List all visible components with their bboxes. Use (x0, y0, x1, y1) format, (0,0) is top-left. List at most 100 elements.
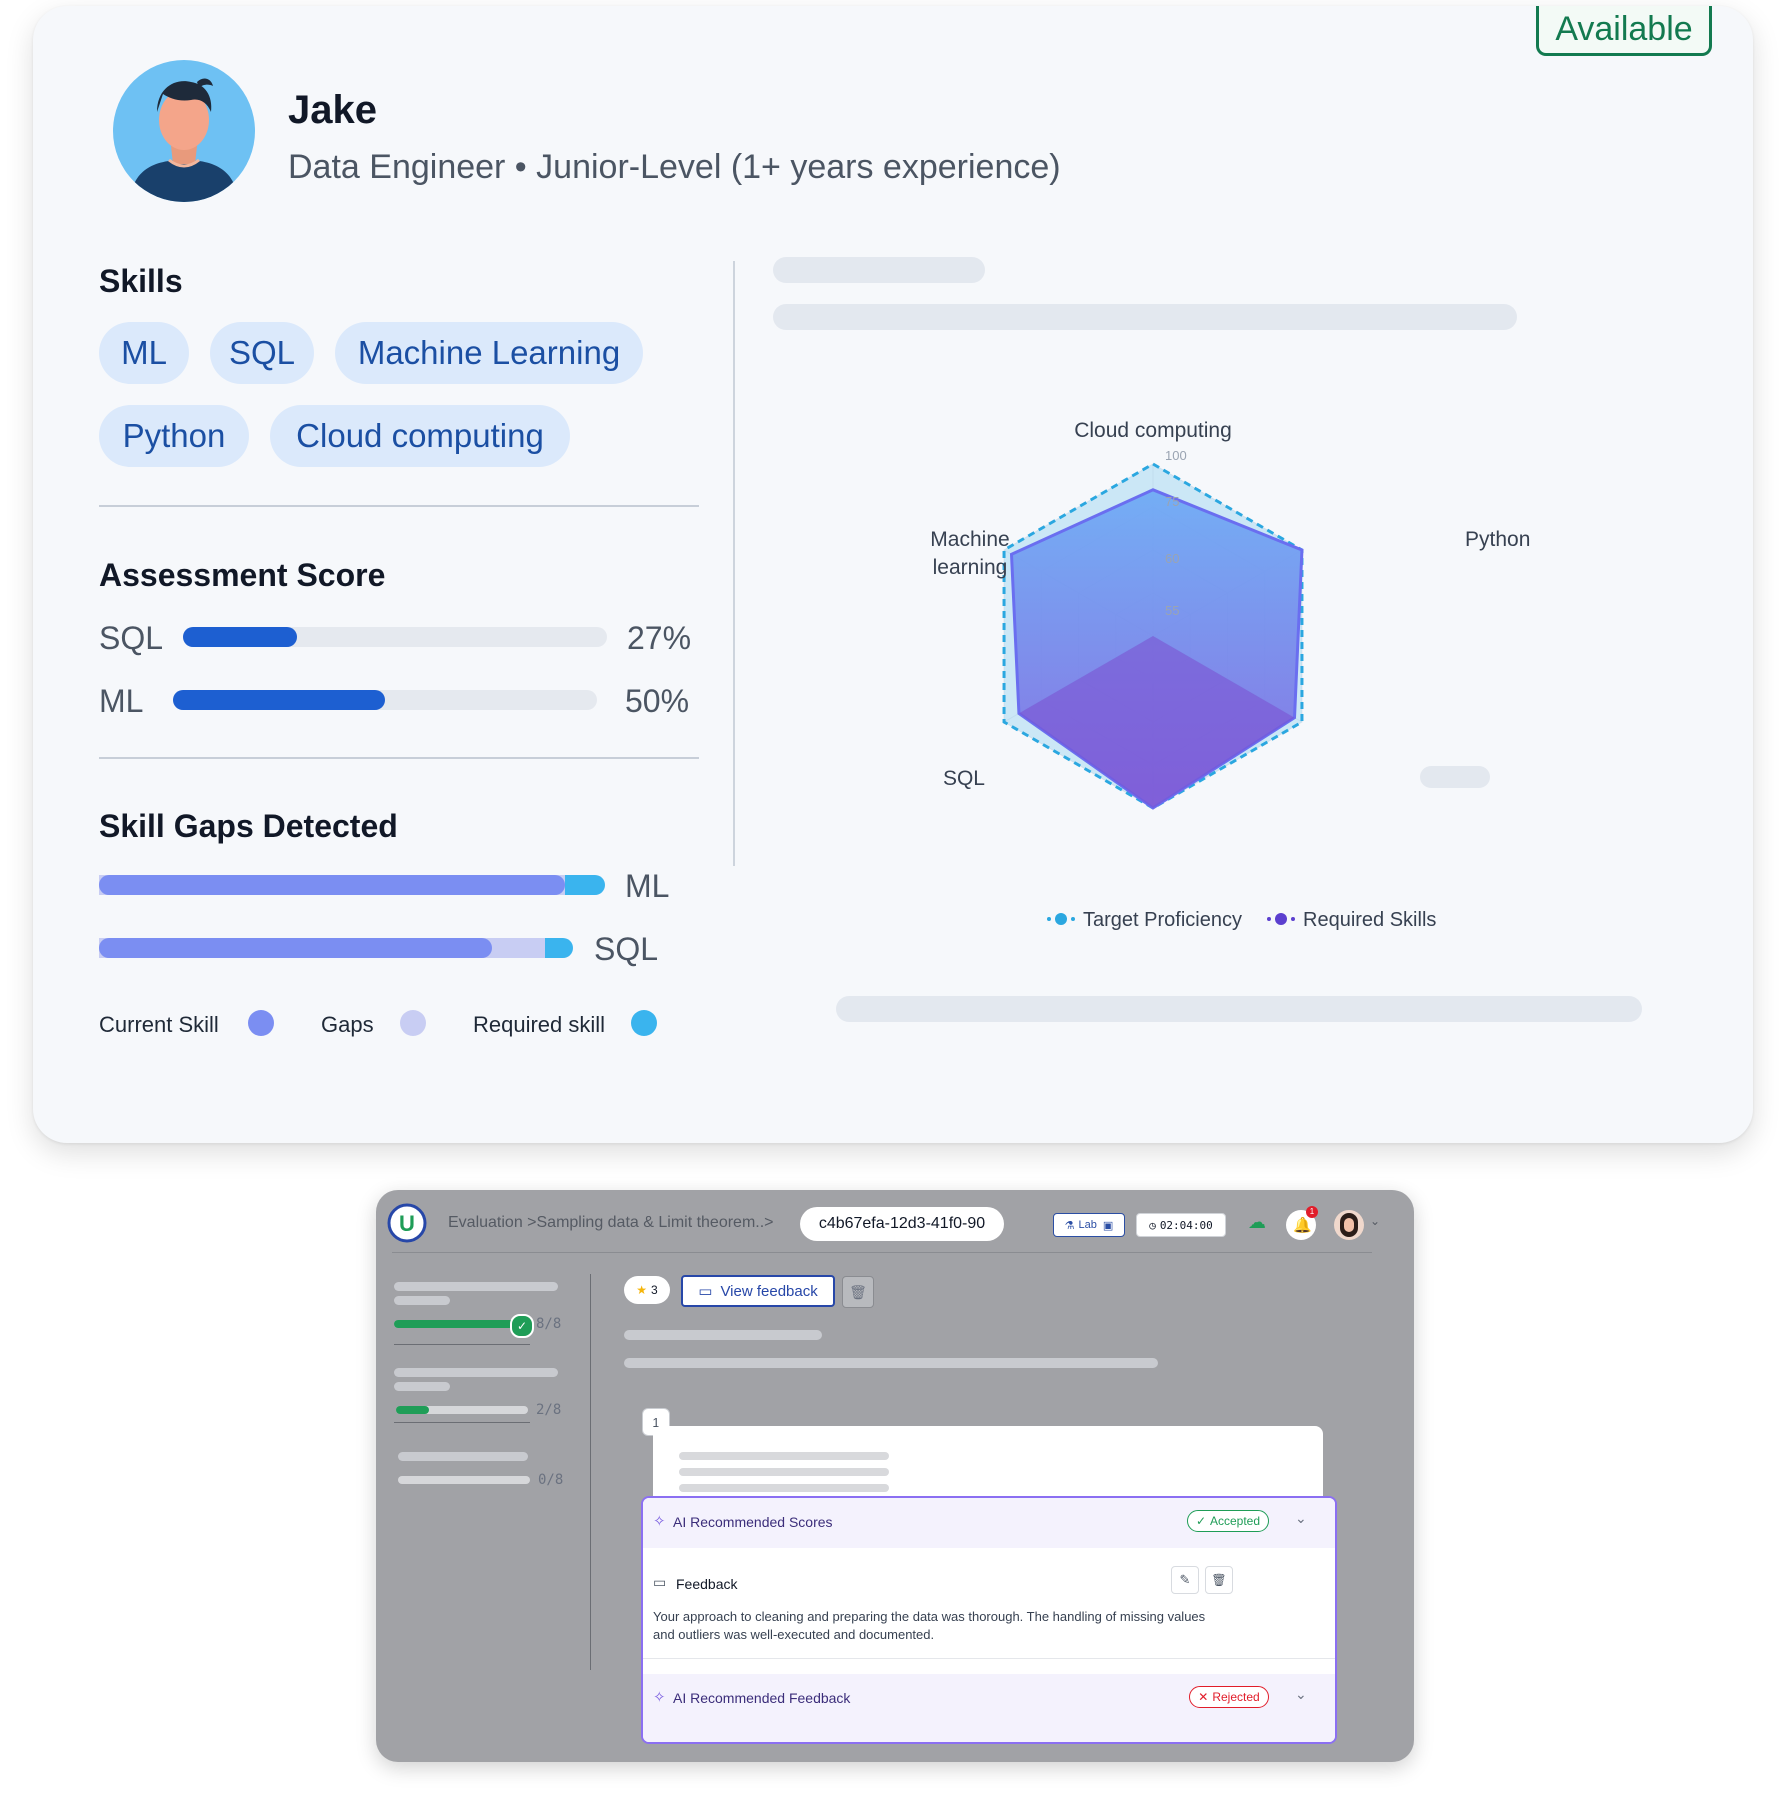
footer-placeholder (836, 996, 1642, 1022)
view-feedback-button[interactable]: ▭ View feedback (681, 1275, 835, 1307)
bell-icon: 🔔 (1293, 1217, 1312, 1234)
assessment-bar-track (183, 627, 607, 647)
lab-button[interactable]: ⚗ Lab ▣ (1053, 1213, 1125, 1237)
cloud-sync-icon[interactable]: ☁ (1248, 1212, 1266, 1233)
content-placeholder (624, 1358, 1158, 1368)
skill-gap-bar (99, 938, 573, 958)
question-placeholder (679, 1484, 889, 1492)
assessment-bar-fill (183, 627, 298, 647)
tick-label: 60 (1165, 551, 1179, 566)
question-placeholder (679, 1452, 889, 1460)
tick-label: 55 (1165, 603, 1179, 618)
axis-label-sql: SQL (943, 767, 985, 790)
axis-label-cloud: Cloud computing (1074, 419, 1232, 442)
timer-value: 02:04:00 (1159, 1218, 1213, 1232)
assessment-label: ML (99, 683, 144, 719)
panel-divider (643, 1658, 1335, 1659)
legend-required-dot (631, 1010, 657, 1036)
section-progress-bar (394, 1320, 520, 1328)
star-icon: ★ (636, 1283, 648, 1297)
assessment-percent: 50% (625, 683, 690, 719)
sidebar-placeholder (394, 1382, 450, 1391)
chevron-down-icon[interactable]: ⌄ (1295, 1686, 1307, 1703)
trash-icon: 🗑 (1211, 1573, 1227, 1587)
chevron-down-icon[interactable]: ⌄ (1370, 1214, 1380, 1228)
rating-badge[interactable]: ★ 3 (624, 1276, 670, 1304)
check-circle-icon: ✓ (510, 1314, 534, 1338)
review-panel: ✧ AI Recommended Scores ✓ Accepted ⌄ ▭ F… (641, 1496, 1337, 1744)
tick-label: 100 (1165, 448, 1187, 463)
axis-label-python: Python (1465, 528, 1530, 551)
sidebar-placeholder (394, 1368, 558, 1377)
candidate-name: Jake (288, 88, 377, 132)
delete-feedback-button[interactable]: 🗑 (1205, 1566, 1233, 1594)
section-progress-fill (394, 1320, 520, 1328)
legend-gaps-dot (400, 1010, 426, 1036)
rejected-badge: ✕ Rejected (1189, 1686, 1269, 1708)
ai-scores-header[interactable]: ✧ AI Recommended Scores ✓ Accepted ⌄ (643, 1498, 1335, 1548)
skill-gaps-heading: Skill Gaps Detected (99, 808, 398, 844)
tick-label: 75 (1165, 494, 1179, 509)
session-id: c4b67efa-12d3-41f0-90 (800, 1207, 1004, 1241)
sidebar-divider (394, 1422, 530, 1423)
legend-required-label: Required Skills (1303, 909, 1436, 931)
assessment-percent: 27% (627, 620, 692, 656)
assessment-heading: Assessment Score (99, 557, 386, 593)
section-progress-text: 2/8 (536, 1402, 562, 1418)
edit-feedback-button[interactable]: ✎ (1171, 1566, 1199, 1594)
section-divider (99, 505, 699, 507)
legend-marker-target (1055, 913, 1067, 925)
legend-current-label: Current Skill (99, 1012, 219, 1037)
notifications-button[interactable]: 🔔 1 (1286, 1206, 1318, 1240)
skill-chip: ML (99, 322, 189, 384)
accepted-badge: ✓ Accepted (1187, 1510, 1269, 1532)
section-progress-bar (398, 1476, 530, 1484)
delete-button[interactable]: 🗑 (842, 1276, 874, 1308)
axis-label-ml-line1: Machine (930, 528, 1009, 551)
legend-marker-required (1267, 917, 1271, 921)
title-placeholder (773, 257, 985, 283)
feedback-title: Feedback (676, 1576, 738, 1592)
skill-gap-label: ML (625, 868, 670, 904)
legend-marker-required (1275, 913, 1287, 925)
candidate-profile-card: Available Jake Data Engineer • Junior-Le… (33, 6, 1753, 1143)
lab-label: Lab (1078, 1219, 1097, 1231)
legend-target-label: Target Proficiency (1083, 909, 1242, 931)
column-divider (733, 261, 735, 866)
chevron-down-icon[interactable]: ⌄ (1295, 1510, 1307, 1527)
ai-feedback-header[interactable]: ✧ AI Recommended Feedback ✕ Rejected ⌄ (643, 1674, 1335, 1742)
skill-chip: Machine Learning (335, 322, 643, 384)
section-progress-bar (396, 1406, 528, 1414)
trash-icon: 🗑 (849, 1283, 867, 1300)
feedback-text: Your approach to cleaning and preparing … (653, 1609, 1206, 1642)
sparkles-icon: ✧ (653, 1513, 666, 1530)
rating-count: 3 (651, 1283, 658, 1297)
breadcrumb[interactable]: Evaluation >Sampling data & Limit theore… (448, 1214, 774, 1232)
app-logo-letter: U (399, 1211, 415, 1236)
sparkles-icon: ✧ (653, 1689, 666, 1706)
availability-badge: Available (1536, 6, 1712, 56)
legend-marker-required (1291, 917, 1295, 921)
user-avatar[interactable] (1334, 1210, 1364, 1240)
avatar (113, 60, 255, 202)
stopwatch-icon: ◷ (1149, 1218, 1156, 1232)
app-logo-icon[interactable]: U (386, 1202, 428, 1244)
section-progress-text: 0/8 (538, 1472, 564, 1488)
ai-scores-title: AI Recommended Scores (673, 1514, 833, 1530)
message-icon: ▭ (698, 1283, 713, 1300)
axis-label-ml-line2: learning (933, 556, 1008, 579)
legend-required-label: Required skill (473, 1012, 606, 1037)
legend-gaps-label: Gaps (321, 1012, 374, 1037)
assessment-label: SQL (99, 620, 164, 656)
question-placeholder (679, 1468, 889, 1476)
x-icon: ✕ (1198, 1690, 1209, 1704)
skill-gap-label: SQL (594, 931, 659, 967)
check-icon: ✓ (1195, 1514, 1206, 1528)
pencil-icon: ✎ (1179, 1572, 1191, 1587)
sidebar-placeholder (398, 1452, 528, 1461)
current-skill-segment (99, 875, 565, 895)
candidate-role: Data Engineer • Junior-Level (1+ years e… (288, 148, 1061, 186)
ai-feedback-title: AI Recommended Feedback (673, 1690, 851, 1706)
skills-heading: Skills (99, 263, 183, 299)
notification-count: 1 (1306, 1206, 1318, 1218)
